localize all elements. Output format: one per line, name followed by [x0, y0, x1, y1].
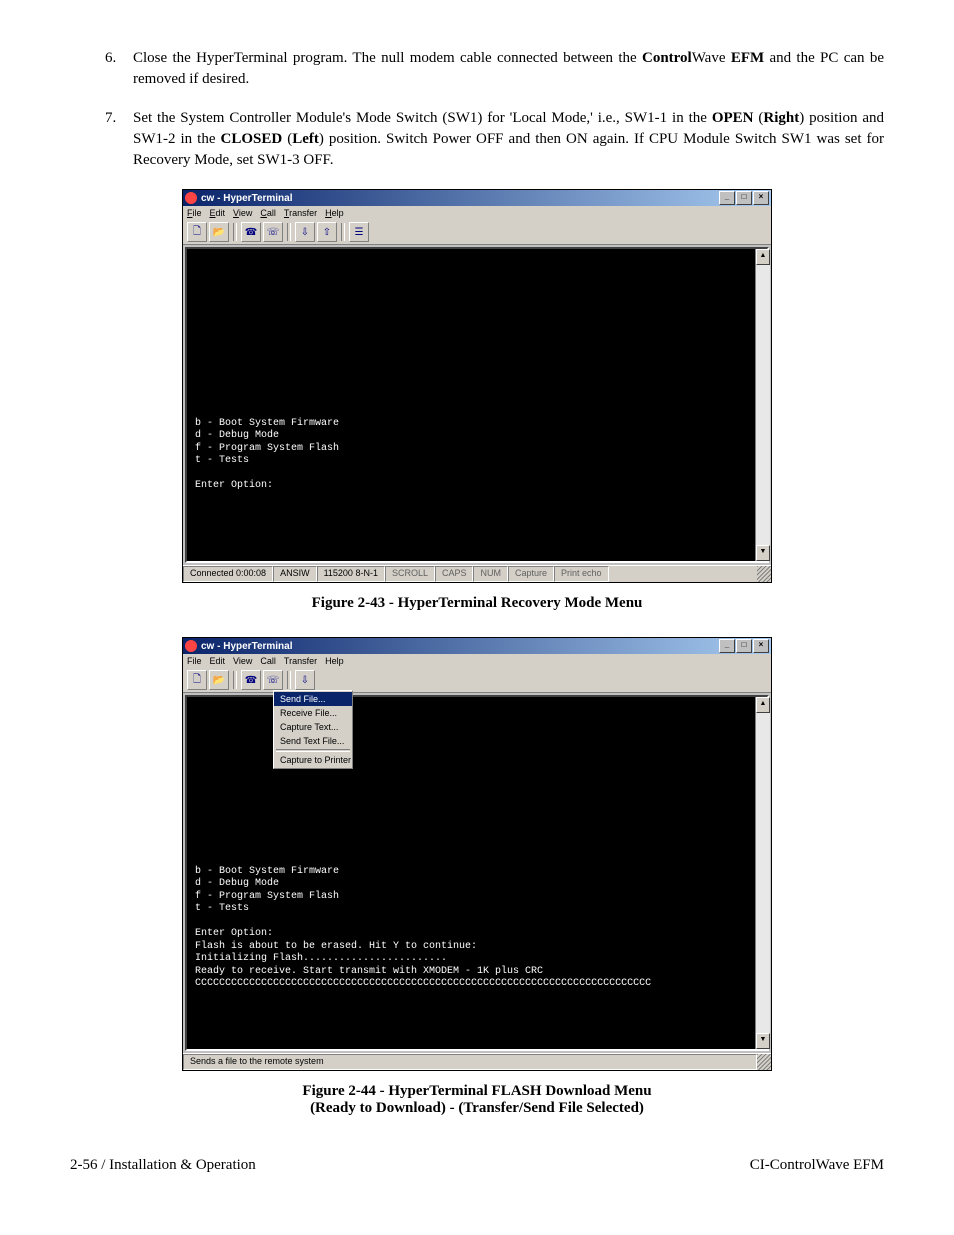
footer-left: 2-56 / Installation & Operation	[70, 1157, 256, 1174]
menu-transfer[interactable]: Transfer	[284, 656, 317, 666]
menu-transfer[interactable]: Transfer	[284, 208, 317, 218]
step-text: Close the HyperTerminal program. The nul…	[133, 48, 884, 90]
close-button[interactable]: ×	[753, 191, 769, 205]
toolbar-open-icon[interactable]: 📂	[209, 222, 229, 242]
scroll-up-icon[interactable]: ▲	[756, 697, 770, 713]
step-7: 7. Set the System Controller Module's Mo…	[105, 108, 884, 171]
scroll-down-icon[interactable]: ▼	[756, 1033, 770, 1049]
dropdown-send-file[interactable]: Send File...	[274, 692, 352, 706]
status-emulation: ANSIW	[273, 566, 317, 582]
toolbar-call-icon[interactable]: ☎	[241, 222, 261, 242]
menu-file[interactable]: File	[187, 208, 202, 218]
resize-grip-icon[interactable]	[757, 566, 771, 582]
toolbar-call-icon[interactable]: ☎	[241, 670, 261, 690]
titlebar: cw - HyperTerminal _ □ ×	[183, 190, 771, 206]
menu-edit[interactable]: Edit	[210, 208, 226, 218]
step-number: 7.	[105, 108, 133, 171]
dropdown-capture-to-printer[interactable]: Capture to Printer	[274, 753, 352, 767]
toolbar-open-icon[interactable]: 📂	[209, 670, 229, 690]
scrollbar[interactable]: ▲ ▼	[755, 697, 770, 1049]
step-number: 6.	[105, 48, 133, 90]
transfer-dropdown: Send File... Receive File... Capture Tex…	[273, 690, 353, 769]
window-title: cw - HyperTerminal	[201, 193, 293, 204]
status-capture: Capture	[508, 566, 554, 582]
toolbar: 🗋 📂 ☎ ☏ ⇩ ⇧ ☰	[183, 220, 771, 245]
statusbar: Connected 0:00:08 ANSIW 115200 8-N-1 SCR…	[183, 565, 771, 582]
dropdown-send-text-file[interactable]: Send Text File...	[274, 734, 352, 748]
status-echo: Print echo	[554, 566, 609, 582]
menu-help[interactable]: Help	[325, 656, 344, 666]
status-scroll: SCROLL	[385, 566, 435, 582]
statusbar: Sends a file to the remote system	[183, 1053, 771, 1070]
status-baud: 115200 8-N-1	[317, 566, 385, 582]
toolbar-hangup-icon[interactable]: ☏	[263, 670, 283, 690]
scroll-down-icon[interactable]: ▼	[756, 545, 770, 561]
figure-caption-1: Figure 2-43 - HyperTerminal Recovery Mod…	[70, 595, 884, 612]
toolbar-hangup-icon[interactable]: ☏	[263, 222, 283, 242]
terminal-output[interactable]: b - Boot System Firmware d - Debug Mode …	[185, 247, 769, 563]
dropdown-receive-file[interactable]: Receive File...	[274, 706, 352, 720]
menu-view[interactable]: View	[233, 208, 252, 218]
toolbar-receive-icon[interactable]: ⇧	[317, 222, 337, 242]
dropdown-capture-text[interactable]: Capture Text...	[274, 720, 352, 734]
menu-call[interactable]: Call	[260, 656, 276, 666]
toolbar-send-icon[interactable]: ⇩	[295, 670, 315, 690]
toolbar-new-icon[interactable]: 🗋	[187, 222, 207, 242]
menu-edit[interactable]: Edit	[210, 656, 226, 666]
menu-call[interactable]: Call	[260, 208, 276, 218]
menu-file[interactable]: File	[187, 656, 202, 666]
close-button[interactable]: ×	[753, 639, 769, 653]
screenshot-hyperterminal-2: cw - HyperTerminal _ □ × File Edit View …	[182, 637, 772, 1071]
scroll-up-icon[interactable]: ▲	[756, 249, 770, 265]
window-title: cw - HyperTerminal	[201, 641, 293, 652]
footer-right: CI-ControlWave EFM	[750, 1157, 884, 1174]
status-connection: Connected 0:00:08	[183, 566, 273, 582]
toolbar-properties-icon[interactable]: ☰	[349, 222, 369, 242]
toolbar-new-icon[interactable]: 🗋	[187, 670, 207, 690]
scrollbar[interactable]: ▲ ▼	[755, 249, 770, 561]
screenshot-hyperterminal-1: cw - HyperTerminal _ □ × File Edit View …	[182, 189, 772, 583]
figure-caption-2: Figure 2-44 - HyperTerminal FLASH Downlo…	[70, 1083, 884, 1117]
toolbar-send-icon[interactable]: ⇩	[295, 222, 315, 242]
menu-view[interactable]: View	[233, 656, 252, 666]
resize-grip-icon[interactable]	[757, 1054, 771, 1070]
status-caps: CAPS	[435, 566, 474, 582]
minimize-button[interactable]: _	[719, 191, 735, 205]
maximize-button[interactable]: □	[736, 639, 752, 653]
titlebar: cw - HyperTerminal _ □ ×	[183, 638, 771, 654]
page-footer: 2-56 / Installation & Operation CI-Contr…	[70, 1157, 884, 1174]
maximize-button[interactable]: □	[736, 191, 752, 205]
menu-help[interactable]: Help	[325, 208, 344, 218]
menubar: File Edit View Call Transfer Help	[183, 206, 771, 220]
status-num: NUM	[473, 566, 508, 582]
app-icon	[185, 192, 197, 204]
status-help-text: Sends a file to the remote system	[183, 1054, 757, 1070]
app-icon	[185, 640, 197, 652]
minimize-button[interactable]: _	[719, 639, 735, 653]
toolbar: 🗋 📂 ☎ ☏ ⇩	[183, 668, 771, 693]
step-text: Set the System Controller Module's Mode …	[133, 108, 884, 171]
step-6: 6. Close the HyperTerminal program. The …	[105, 48, 884, 90]
menubar: File Edit View Call Transfer Help	[183, 654, 771, 668]
